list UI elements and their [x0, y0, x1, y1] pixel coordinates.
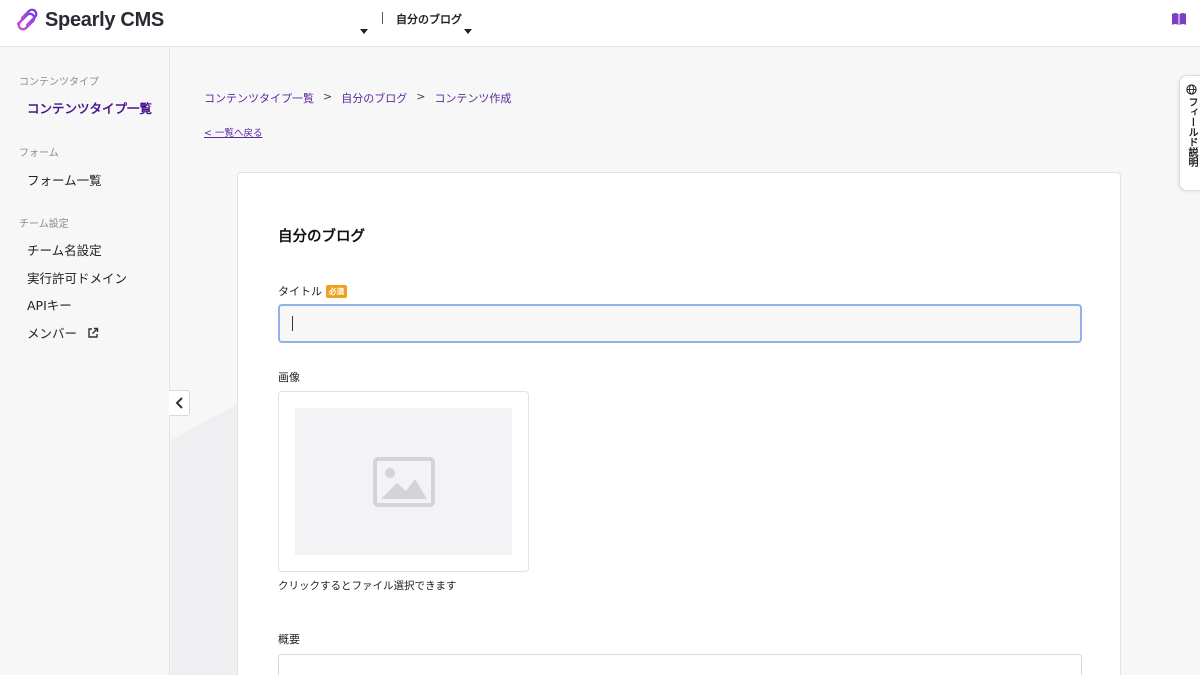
sidebar-section-team-settings: チーム設定: [19, 219, 69, 230]
title-field-label: タイトル 必須: [278, 283, 347, 299]
image-upload-hint: クリックするとファイル選択できます: [278, 580, 457, 592]
sidebar-section-content-types: コンテンツタイプ: [19, 77, 99, 88]
sidebar-item-content-type-list[interactable]: コンテンツタイプ一覧: [27, 98, 152, 117]
header-divider: [382, 12, 383, 24]
book-icon[interactable]: [1171, 12, 1187, 26]
sidebar-item-label: フォーム一覧: [27, 173, 102, 188]
field-description-tab[interactable]: フィールド説明: [1179, 75, 1200, 191]
globe-icon: [1186, 84, 1197, 95]
sidebar-item-api-key[interactable]: APIキー: [27, 295, 72, 314]
sidebar-item-label: メンバー: [27, 326, 78, 341]
content-form-card: 自分のブログ タイトル 必須 画像 クリックするとファイル選択できます 概要: [237, 172, 1121, 675]
sidebar-item-label: チーム名設定: [27, 243, 102, 258]
title-label-text: タイトル: [278, 285, 322, 298]
spearly-logo-icon: [16, 8, 38, 31]
sidebar-item-team-name[interactable]: チーム名設定: [27, 240, 102, 259]
image-upload-box[interactable]: [278, 391, 529, 572]
sidebar-section-forms: フォーム: [19, 148, 59, 159]
team-dropdown-caret-icon[interactable]: [360, 29, 368, 34]
back-to-list-link[interactable]: < 一覧へ戻る: [204, 125, 262, 139]
breadcrumb-item-content-type-list[interactable]: コンテンツタイプ一覧: [204, 90, 314, 106]
summary-input[interactable]: [278, 654, 1082, 675]
app-logo[interactable]: Spearly CMS: [14, 7, 164, 33]
summary-field-label: 概要: [278, 633, 300, 646]
sidebar-item-label: コンテンツタイプ一覧: [27, 101, 153, 116]
field-description-tab-content: フィールド説明: [1184, 84, 1199, 167]
breadcrumb: コンテンツタイプ一覧 > 自分のブログ > コンテンツ作成: [204, 90, 511, 106]
breadcrumb-separator: >: [416, 90, 426, 103]
title-input[interactable]: [278, 304, 1082, 343]
text-cursor: [292, 316, 293, 331]
sidebar-item-label: 実行許可ドメイン: [27, 271, 128, 286]
top-header: Spearly CMS 自分のブログ: [0, 0, 1200, 47]
image-placeholder-icon: [372, 456, 435, 507]
sidebar: コンテンツタイプ コンテンツタイプ一覧 フォーム フォーム一覧 チーム設定 チー…: [0, 47, 170, 675]
field-description-label: フィールド説明: [1186, 97, 1197, 167]
site-dropdown-caret-icon[interactable]: [464, 29, 472, 34]
sidebar-item-form-list[interactable]: フォーム一覧: [27, 170, 102, 189]
breadcrumb-item-create-content[interactable]: コンテンツ作成: [434, 90, 511, 106]
external-link-icon: [88, 327, 99, 338]
sidebar-item-members[interactable]: メンバー: [27, 323, 99, 342]
sidebar-item-label: APIキー: [27, 298, 72, 313]
image-field-label: 画像: [278, 371, 300, 384]
app-name: Spearly CMS: [45, 8, 164, 31]
image-placeholder: [295, 408, 512, 555]
breadcrumb-item-blog[interactable]: 自分のブログ: [341, 90, 407, 106]
sidebar-item-allowed-domains[interactable]: 実行許可ドメイン: [27, 268, 127, 287]
site-selector-label[interactable]: 自分のブログ: [396, 11, 462, 27]
breadcrumb-separator: >: [323, 90, 333, 103]
form-title: 自分のブログ: [278, 229, 365, 245]
required-badge: 必須: [326, 284, 347, 298]
